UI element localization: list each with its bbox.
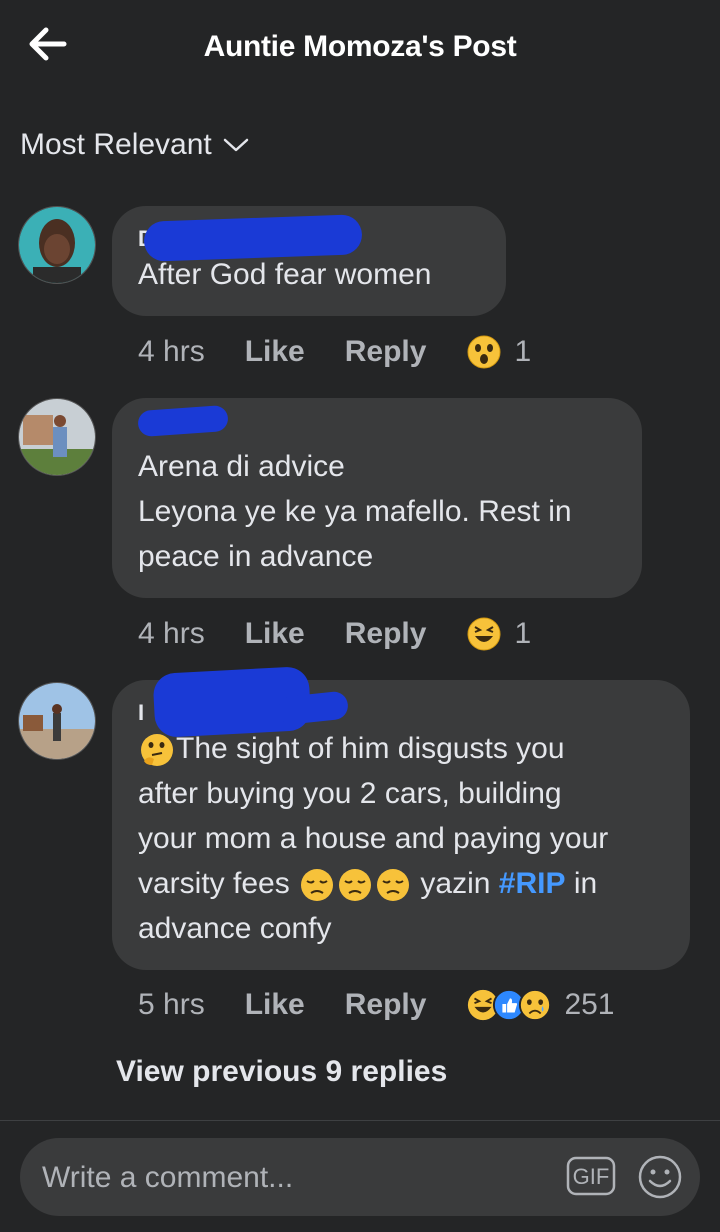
sort-dropdown[interactable]: Most Relevant — [20, 128, 250, 162]
comment-composer: GIF — [20, 1138, 700, 1218]
sort-label: Most Relevant — [20, 128, 212, 161]
hashtag-link[interactable]: #RIP — [499, 867, 566, 900]
comment-text-line: your mom a house and paying your — [138, 822, 609, 855]
comment-actions: 4 hrs Like Reply 1 — [138, 334, 531, 370]
redaction-mark — [276, 690, 350, 726]
avatar[interactable] — [18, 206, 96, 284]
reaction-count: 1 — [514, 335, 532, 368]
redaction-mark — [137, 404, 229, 438]
emoji-picker-icon[interactable] — [636, 1153, 684, 1201]
page-title: Auntie Momoza's Post — [203, 30, 517, 63]
comment-actions: 5 hrs Like Reply 251 — [138, 988, 615, 1022]
avatar[interactable] — [18, 682, 96, 760]
sad-emoji-icon — [519, 988, 552, 1022]
comment-timestamp[interactable]: 4 hrs — [138, 617, 205, 651]
thinking-emoji-icon — [141, 734, 173, 767]
pensive-emoji-icon — [339, 869, 372, 902]
header-bar: Auntie Momoza's Post — [0, 0, 720, 100]
haha-emoji-icon — [467, 617, 501, 651]
like-button[interactable]: Like — [245, 617, 305, 651]
gif-label: GIF — [573, 1164, 610, 1189]
reaction-summary[interactable]: 1 — [466, 616, 531, 652]
reaction-count: 251 — [564, 988, 615, 1021]
pensive-emoji-icon — [301, 869, 334, 902]
view-previous-replies-link[interactable]: View previous 9 replies — [116, 1055, 447, 1089]
comment-text-line: peace in advance — [138, 540, 374, 573]
like-button[interactable]: Like — [245, 335, 305, 369]
comment-text-line: advance confy — [138, 912, 332, 945]
comment-author[interactable] — [137, 404, 616, 444]
wow-emoji-icon — [467, 335, 501, 369]
comment-bubble[interactable]: Arena di advice Leyona ye ke ya mafello.… — [112, 398, 642, 598]
reaction-summary[interactable]: 251 — [466, 988, 615, 1022]
redaction-mark — [143, 214, 363, 262]
comment-text-line: Leyona ye ke ya mafello. Rest in — [138, 495, 572, 528]
like-button[interactable]: Like — [245, 988, 305, 1022]
reply-button[interactable]: Reply — [345, 335, 427, 369]
divider — [0, 1120, 720, 1121]
comment-actions: 4 hrs Like Reply 1 — [138, 616, 531, 652]
pensive-emoji-icon — [377, 869, 410, 902]
comment-text-line: Arena di advice — [138, 450, 345, 483]
comment-text-line: varsity fees yazin #RIP in — [138, 861, 664, 906]
reaction-summary[interactable]: 1 — [466, 334, 531, 370]
reply-button[interactable]: Reply — [345, 988, 427, 1022]
chevron-down-icon — [223, 138, 248, 152]
gif-button[interactable]: GIF — [566, 1156, 616, 1196]
avatar[interactable] — [18, 398, 96, 476]
comment-text-line: after buying you 2 cars, building — [138, 777, 562, 810]
comment-author[interactable]: Di — [138, 214, 480, 262]
comment-timestamp[interactable]: 4 hrs — [138, 335, 205, 369]
comment-author[interactable]: I — [138, 665, 664, 739]
comment-timestamp[interactable]: 5 hrs — [138, 988, 205, 1022]
comment-bubble[interactable]: Di After God fear women — [112, 206, 506, 316]
comment-bubble[interactable]: I The sight of him disgusts you after bu… — [112, 665, 690, 970]
reaction-count: 1 — [514, 617, 532, 650]
reply-button[interactable]: Reply — [345, 617, 427, 651]
comment-input[interactable] — [40, 1138, 564, 1218]
